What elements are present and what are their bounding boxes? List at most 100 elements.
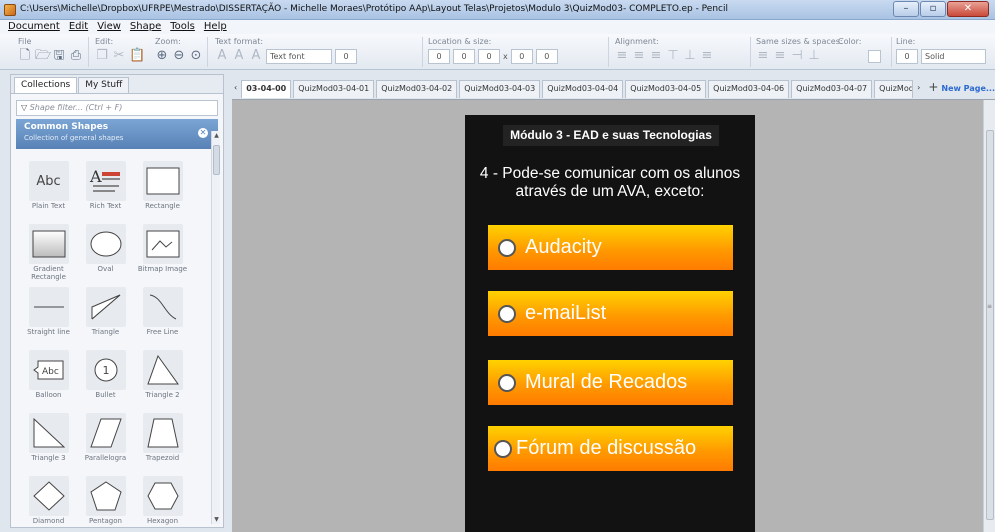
page-tab[interactable]: QuizMod03-04-03 <box>459 80 541 98</box>
shape-label: Bitmap Image <box>137 265 188 273</box>
line-width-spinner[interactable]: 0 <box>896 48 918 64</box>
page-tab[interactable]: QuizMod03-04-06 <box>708 80 790 98</box>
page-tab[interactable]: QuizMod03-04-04 <box>542 80 624 98</box>
zoom-out-icon[interactable]: ⊖ <box>172 48 186 64</box>
shape-triangle-2[interactable]: Triangle 2 <box>136 346 189 407</box>
minimize-button[interactable]: – <box>893 1 919 17</box>
close-button[interactable]: ✕ <box>947 1 989 17</box>
shape-filter-input[interactable]: ▽ Shape filter... (Ctrl + F) <box>16 100 218 116</box>
shape-oval[interactable]: Oval <box>79 220 132 281</box>
align-right-icon[interactable]: ≡ <box>649 48 663 64</box>
answer-option[interactable]: Mural de Recados <box>488 360 733 405</box>
font-field[interactable]: Text font <box>266 48 332 64</box>
page-tab[interactable]: QuizMod03-04-07 <box>791 80 873 98</box>
scroll-up-icon[interactable]: ▲ <box>212 132 221 139</box>
page-tab[interactable]: QuizMod03 <box>874 80 914 98</box>
menu-view[interactable]: View <box>97 20 121 34</box>
paste-icon[interactable]: 📋 <box>129 48 145 64</box>
align-middle-icon[interactable]: ⊥ <box>683 48 697 64</box>
triangle-3-icon <box>28 413 69 453</box>
shape-balloon[interactable]: Abc Balloon <box>22 346 75 407</box>
collection-close-icon[interactable]: ✕ <box>198 128 208 138</box>
menu-shape[interactable]: Shape <box>130 20 161 34</box>
line-group: Line: 0 Solid <box>896 37 986 65</box>
panel-scrollbar[interactable]: ▲ ▼ <box>211 131 220 524</box>
print-icon[interactable]: ⎙ <box>69 48 83 64</box>
answer-option[interactable]: e-maiList <box>488 291 733 336</box>
page-tab[interactable]: QuizMod03-04-05 <box>625 80 707 98</box>
shape-bitmap-image[interactable]: Bitmap Image <box>136 220 189 281</box>
menu-edit[interactable]: Edit <box>69 20 88 34</box>
copy-icon[interactable]: ❐ <box>95 48 109 64</box>
angle-spinner[interactable]: 0 <box>535 48 558 64</box>
shape-free-line[interactable]: Free Line <box>136 283 189 344</box>
fill-color-swatch[interactable] <box>868 49 881 63</box>
shape-triangle-3[interactable]: Triangle 3 <box>22 409 75 470</box>
maximize-button[interactable]: ▫ <box>920 1 946 17</box>
open-folder-icon[interactable]: 🗁 <box>35 48 51 64</box>
align-left-icon[interactable]: ≡ <box>615 48 629 64</box>
tab-my-stuff[interactable]: My Stuff <box>78 77 130 93</box>
text-format-label: Text format: <box>215 37 264 46</box>
page-tab-prev[interactable]: ‹ <box>232 80 239 98</box>
bitmap-image-icon <box>142 224 183 264</box>
zoom-fit-icon[interactable]: ⊙ <box>189 48 203 64</box>
shape-gradient-rectangle[interactable]: Gradient Rectangle <box>22 220 75 281</box>
toolbar-separator <box>891 37 892 67</box>
width-spinner[interactable]: 0 <box>478 48 500 64</box>
tab-collections[interactable]: Collections <box>14 77 78 93</box>
panel-scroll-thumb[interactable] <box>213 145 220 175</box>
shape-diamond[interactable]: Diamond <box>22 472 75 532</box>
x-spinner[interactable]: 0 <box>428 48 450 64</box>
text-underline-icon[interactable]: A <box>249 48 263 64</box>
shape-rectangle[interactable]: Rectangle <box>136 157 189 218</box>
scroll-grip-icon: ≡ <box>987 303 993 310</box>
answer-option[interactable]: Fórum de discussão <box>488 426 733 471</box>
answer-option[interactable]: Audacity <box>488 225 733 270</box>
page-tab[interactable]: 03-04-00 <box>241 80 292 98</box>
shape-bullet[interactable]: 1 Bullet <box>79 346 132 407</box>
menu-tools[interactable]: Tools <box>170 20 195 34</box>
shape-trapezoid[interactable]: Trapezoid <box>136 409 189 470</box>
height-spinner[interactable]: 0 <box>510 48 533 64</box>
cut-icon[interactable]: ✂ <box>112 48 126 64</box>
new-page-button[interactable]: + New Page... <box>924 78 995 98</box>
window-title: C:\Users\Michelle\Dropbox\UFRPE\Mestrado… <box>20 4 728 14</box>
canvas-scrollbar[interactable]: ≡ <box>983 100 995 532</box>
collection-header[interactable]: Common Shapes Collection of general shap… <box>16 119 218 149</box>
panel-tabs: Collections My Stuff <box>11 75 223 94</box>
page-tab[interactable]: QuizMod03-04-02 <box>376 80 458 98</box>
shape-straight-line[interactable]: Straight line <box>22 283 75 344</box>
page-tab[interactable]: QuizMod03-04-01 <box>293 80 375 98</box>
line-style-field[interactable]: Solid <box>921 48 986 64</box>
page-tab-next[interactable]: › <box>915 80 922 98</box>
shape-triangle[interactable]: Triangle <box>79 283 132 344</box>
shape-pentagon[interactable]: Pentagon <box>79 472 132 532</box>
shape-label: Parallelogra <box>84 454 127 462</box>
space-horizontal-icon[interactable]: ⊣ <box>790 48 804 64</box>
space-vertical-icon[interactable]: ⊥ <box>807 48 821 64</box>
save-icon[interactable]: 🖫 <box>52 48 66 64</box>
scroll-down-icon[interactable]: ▼ <box>212 516 221 523</box>
same-height-icon[interactable]: ≡ <box>773 48 787 64</box>
y-spinner[interactable]: 0 <box>453 48 475 64</box>
text-italic-icon[interactable]: A <box>232 48 246 64</box>
parallelogram-icon <box>85 413 126 453</box>
menu-help[interactable]: Help <box>204 20 227 34</box>
canvas-scroll-thumb[interactable] <box>986 130 994 520</box>
align-center-icon[interactable]: ≡ <box>632 48 646 64</box>
align-bottom-icon[interactable]: ≡ <box>700 48 714 64</box>
shape-hexagon[interactable]: Hexagon <box>136 472 189 532</box>
same-width-icon[interactable]: ≡ <box>756 48 770 64</box>
new-document-icon[interactable]: 🗋 <box>18 48 32 64</box>
quiz-screen-mockup[interactable]: Módulo 3 - EAD e suas Tecnologias 4 - Po… <box>465 115 755 532</box>
zoom-in-icon[interactable]: ⊕ <box>155 48 169 64</box>
font-size-spinner[interactable]: 0 <box>335 48 357 64</box>
text-bold-icon[interactable]: A <box>215 48 229 64</box>
shape-parallelogram[interactable]: Parallelogra <box>79 409 132 470</box>
shape-rich-text[interactable]: A Rich Text <box>79 157 132 218</box>
menu-document[interactable]: Document <box>8 20 60 34</box>
shape-plain-text[interactable]: Abc Plain Text <box>22 157 75 218</box>
align-top-icon[interactable]: ⊤ <box>666 48 680 64</box>
drawing-canvas[interactable]: Módulo 3 - EAD e suas Tecnologias 4 - Po… <box>232 99 995 532</box>
